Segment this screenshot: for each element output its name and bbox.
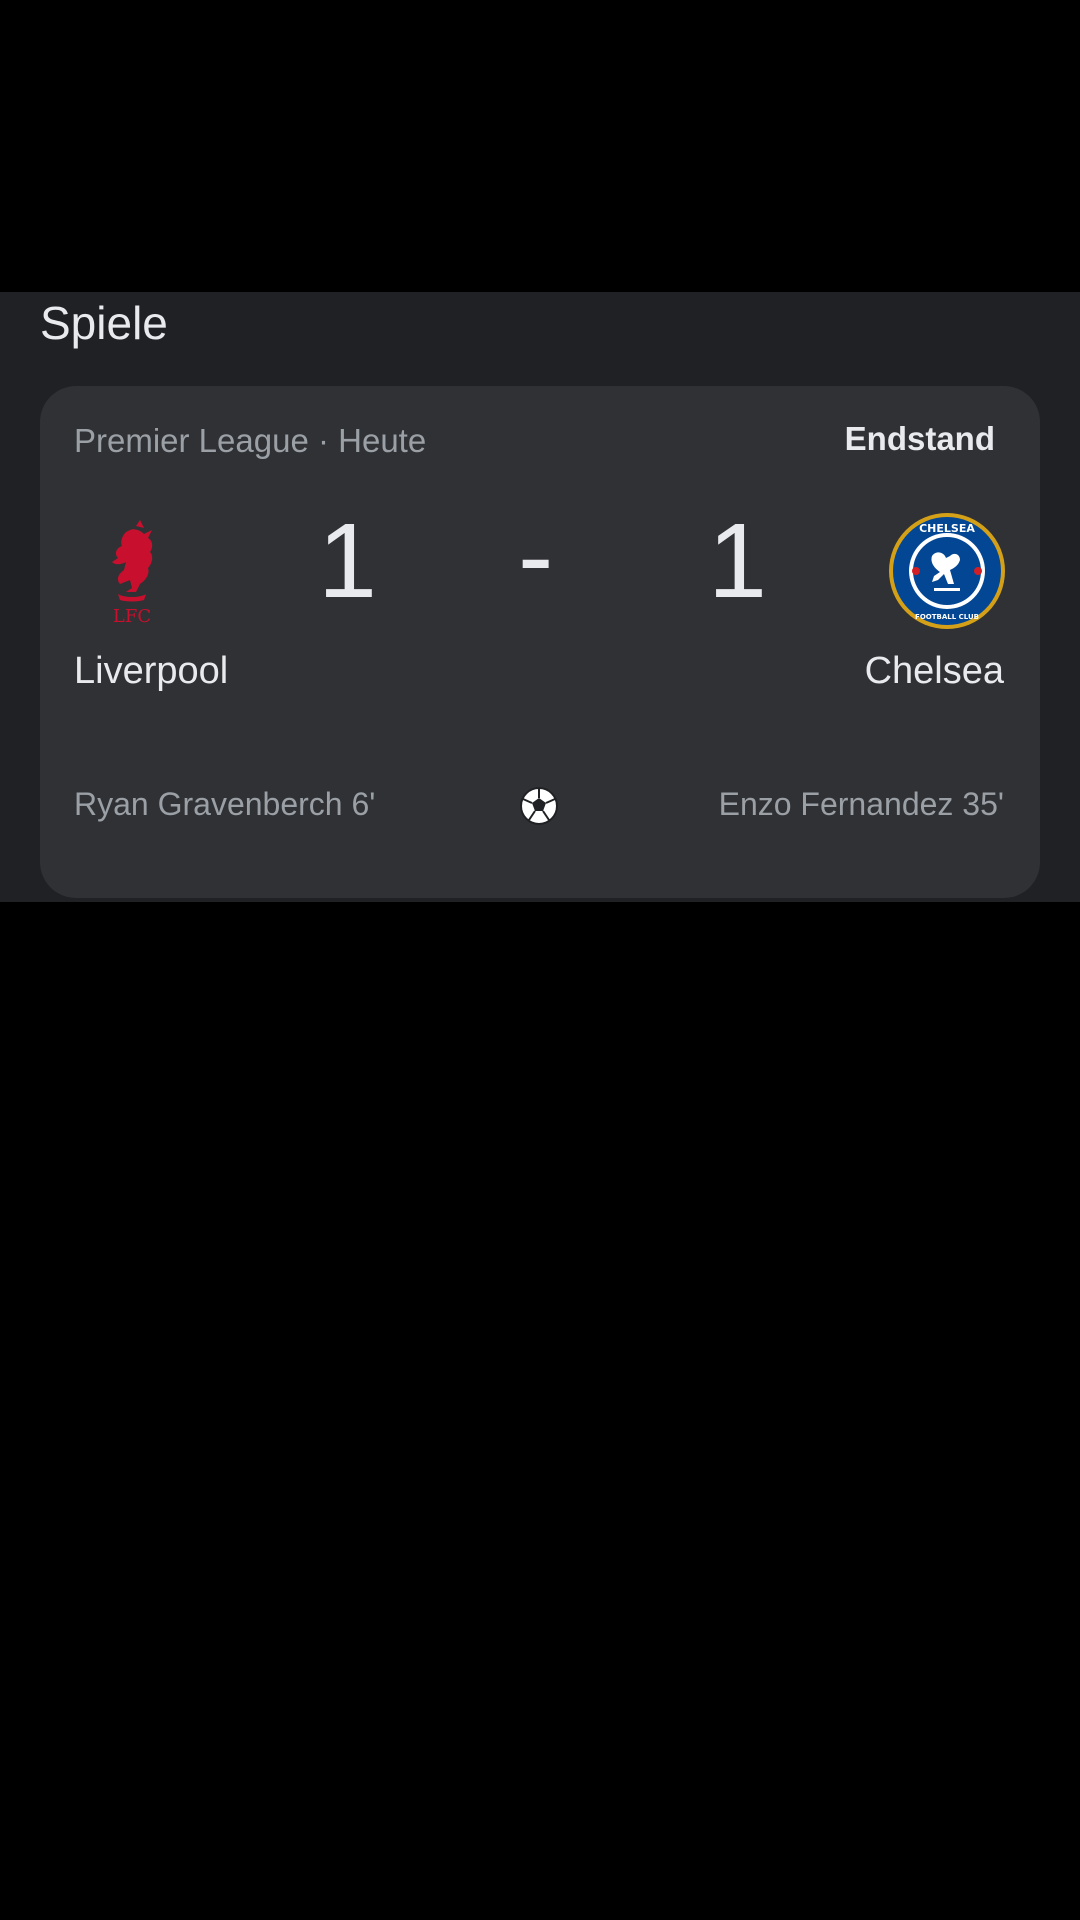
- away-goal-scorer: Enzo Fernandez 35': [718, 786, 1004, 822]
- away-team-name: Chelsea: [864, 650, 1004, 692]
- away-score: 1: [708, 502, 767, 620]
- score-separator: -: [518, 497, 554, 615]
- liverpool-crest-text: LFC: [113, 606, 151, 626]
- chelsea-crest-bottom-text: FOOTBALL CLUB: [915, 613, 979, 621]
- match-status: Endstand: [844, 420, 995, 457]
- home-score: 1: [318, 502, 377, 620]
- section-title: Spiele: [40, 297, 168, 349]
- home-goal-scorer: Ryan Gravenberch 6': [74, 786, 376, 822]
- home-team-name: Liverpool: [74, 650, 229, 692]
- chelsea-crest-icon: CHELSEA FOOTBALL CLUB: [889, 513, 1005, 629]
- top-black-area: [0, 0, 1080, 292]
- soccer-ball-icon: [520, 787, 558, 825]
- competition-line: Premier League · Heute: [74, 422, 427, 459]
- video-background: [0, 902, 1080, 1920]
- chelsea-crest-top-text: CHELSEA: [919, 522, 975, 535]
- liverpool-crest-icon: LFC: [112, 520, 153, 626]
